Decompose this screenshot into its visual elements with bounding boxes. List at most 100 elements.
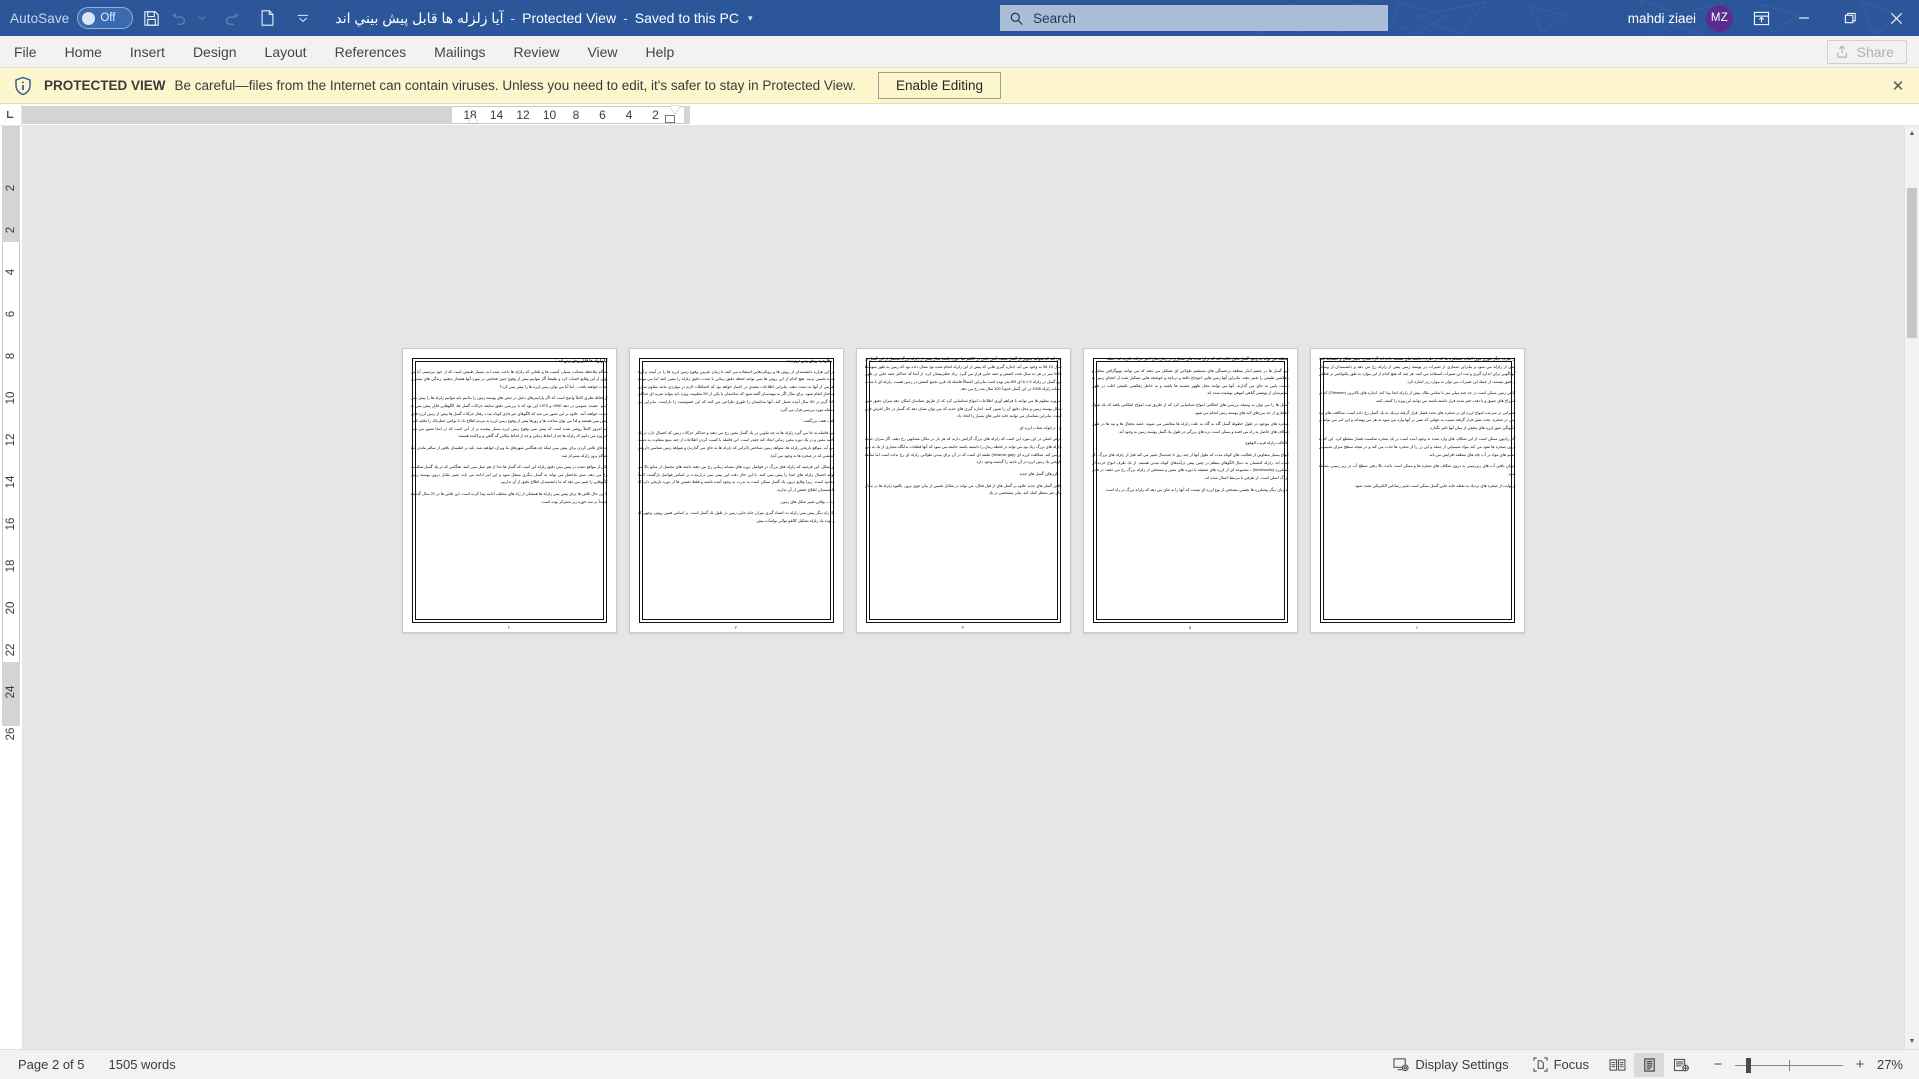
autosave-toggle-knob (82, 11, 96, 25)
page-footer-number: ۶ (1415, 625, 1419, 630)
first-line-indent-marker[interactable] (665, 115, 675, 123)
vertical-ruler[interactable]: 2 2 4 6 8 10 12 14 16 18 20 22 24 26 (0, 126, 22, 1049)
tab-help[interactable]: Help (632, 36, 689, 67)
page-content: از طرف ديگر تئوري قوي العاده مسطره ها كه… (1319, 355, 1516, 624)
ribbon-display-options-icon[interactable] (1741, 0, 1781, 36)
vruler-tick-12: 24 (5, 685, 17, 699)
tab-file[interactable]: File (0, 36, 51, 67)
ruler-tick-4: 4 (625, 108, 633, 122)
minimize-icon[interactable] (1781, 0, 1827, 36)
new-document-icon[interactable] (249, 0, 285, 36)
page-footer-number: ۳ (734, 625, 738, 630)
display-settings-icon (1393, 1058, 1409, 1072)
tab-layout[interactable]: Layout (251, 36, 321, 67)
web-layout-icon[interactable] (1666, 1053, 1696, 1077)
page-paragraph: منطقه مي تواند به وجود گسل هايي دلالت كن… (1105, 356, 1289, 361)
share-button[interactable]: Share (1826, 39, 1907, 64)
read-mode-icon[interactable] (1602, 1053, 1632, 1077)
protected-view-bar: PROTECTED VIEW Be careful—files from the… (0, 68, 1919, 104)
focus-mode-button[interactable]: Focus (1521, 1053, 1601, 1077)
customize-quick-access-toolbar-icon[interactable] (285, 0, 321, 36)
vruler-tick-10: 20 (5, 601, 17, 615)
protected-view-badge: PROTECTED VIEW (44, 78, 166, 93)
search-input[interactable]: Search (1000, 5, 1389, 31)
tab-insert[interactable]: Insert (116, 36, 179, 67)
display-settings-button[interactable]: Display Settings (1381, 1053, 1520, 1077)
ruler-tick-12: 12 (516, 108, 530, 122)
page-canvas[interactable]: آيا زلزله ها قابل پيش بيني اند : هنگام مل… (22, 126, 1904, 1049)
scroll-up-arrow-icon[interactable]: ▲ (1905, 126, 1919, 141)
vertical-scrollbar[interactable]: ▲ ▼ (1904, 126, 1919, 1049)
tab-stop-left-icon[interactable] (0, 104, 22, 125)
page-paragraph: كاهي زمين ممكن است در حد چند ميلي متر تا… (1318, 390, 1516, 404)
tab-home[interactable]: Home (51, 36, 116, 67)
vruler-tick-11: 22 (5, 643, 17, 657)
page-paragraph: صخره هاي موجود در طول خطوط گسل گاه به گا… (1091, 421, 1289, 434)
ruler-row: 18 14 12 10 8 6 4 2 (0, 104, 1919, 126)
save-icon[interactable] (133, 0, 169, 36)
vruler-tick-4: 8 (5, 352, 17, 360)
word-count[interactable]: 1505 words (97, 1053, 188, 1077)
account-name-label[interactable]: mahdi ziaei (1628, 11, 1696, 26)
close-icon[interactable] (1873, 0, 1919, 36)
page-content: مي كند كه شواهد بجويي از گسل سمت آشن نام… (865, 355, 1062, 624)
scroll-down-arrow-icon[interactable]: ▼ (1905, 1034, 1919, 1049)
document-page[interactable]: از طرف ديگر تئوري قوي العاده مسطره ها كه… (1309, 348, 1525, 633)
page-footer-number: ۵ (1188, 625, 1192, 630)
scrollbar-thumb[interactable] (1907, 188, 1917, 338)
protected-view-message: Be careful—files from the Internet can c… (174, 78, 856, 93)
close-icon[interactable]: ✕ (1887, 75, 1909, 97)
left-indent-marker[interactable] (468, 115, 478, 123)
document-title[interactable]: آيا زلزله ها قابل پيش بيني اند - Protect… (327, 0, 760, 36)
page-paragraph: در اين هزاره دانشمندان از روش ها و رويكر… (637, 368, 835, 412)
zoom-in-button[interactable]: + (1849, 1054, 1871, 1076)
horizontal-ruler[interactable]: 18 14 12 10 8 6 4 2 (22, 104, 1919, 125)
zoom-level-label[interactable]: 27% (1871, 1057, 1913, 1072)
tab-mailings[interactable]: Mailings (420, 36, 499, 67)
right-indent-marker[interactable] (670, 106, 680, 114)
page-footer-number: ۲ (507, 625, 511, 630)
enable-editing-button[interactable]: Enable Editing (877, 72, 1002, 99)
tab-design[interactable]: Design (179, 36, 251, 67)
print-layout-icon[interactable] (1634, 1052, 1664, 1077)
zoom-out-button[interactable]: − (1707, 1054, 1729, 1076)
tab-view[interactable]: View (573, 36, 631, 67)
undo-icon[interactable] (169, 0, 191, 36)
restore-icon[interactable] (1827, 0, 1873, 36)
title-separator-2: - (623, 10, 628, 26)
page-paragraph: گاز راديون ممكن است از اين شكاف هاي وارد… (1318, 436, 1516, 457)
status-bar-right: Display Settings Focus − + 27% (1381, 1052, 1913, 1077)
vruler-tick-9: 18 (5, 559, 17, 573)
title-bar-right: mahdi ziaei MZ (1628, 0, 1919, 36)
ruler-page-area[interactable]: 18 14 12 10 8 6 4 2 (452, 106, 684, 124)
page-paragraph: -3حالت زلزله قريب الوقوع (1245, 440, 1289, 446)
document-page[interactable]: مي كند كه شواهد بجويي از گسل سمت آشن نام… (855, 348, 1071, 633)
document-page[interactable]: - وقارصيه پيش بيني درنيمده در اين هزاره د… (628, 348, 844, 633)
saved-location-label: Saved to this PC (634, 10, 740, 26)
autosave-toggle[interactable]: Off (77, 7, 134, 29)
tab-review[interactable]: Review (500, 36, 574, 67)
display-settings-label: Display Settings (1415, 1057, 1509, 1072)
ruler-right-margin (684, 106, 690, 124)
page-footer-number: ۴ (961, 625, 965, 630)
undo-dropdown-icon[interactable] (191, 0, 213, 36)
redo-icon[interactable] (213, 0, 249, 36)
chevron-down-icon[interactable]: ▾ (748, 13, 753, 24)
share-icon (1836, 45, 1847, 58)
avatar[interactable]: MZ (1706, 4, 1733, 32)
document-page[interactable]: آيا زلزله ها قابل پيش بيني اند : هنگام مل… (401, 348, 617, 633)
zoom-control: − + 27% (1707, 1054, 1913, 1076)
tab-references[interactable]: References (321, 36, 421, 67)
document-page[interactable]: منطقه مي تواند به وجود گسل هايي دلالت كن… (1082, 348, 1298, 633)
document-title-name: آيا زلزله ها قابل پيش بيني اند (335, 9, 504, 26)
page-heading: - وقارصيه پيش بيني درنيمده (787, 358, 835, 363)
page-paragraph: هنگام ملاحظه مصائب بسيار، آسيب ها و تلفا… (410, 368, 608, 389)
ribbon-right-area: Share (1826, 36, 1919, 67)
zoom-slider-thumb[interactable] (1746, 1057, 1751, 1073)
page-paragraph: مي كند كه شواهد بجويي از گسل سمت آشن نام… (864, 356, 1062, 392)
ruler-left-margin (22, 106, 452, 124)
page-heading: آيا زلزله ها قابل پيش بيني اند : (555, 358, 608, 363)
page-paragraph: انواع بسيار متفاوتي از فعاليت هاي كوتاه … (1091, 452, 1289, 480)
page-indicator[interactable]: Page 2 of 5 (6, 1053, 97, 1077)
zoom-slider[interactable] (1735, 1054, 1843, 1076)
